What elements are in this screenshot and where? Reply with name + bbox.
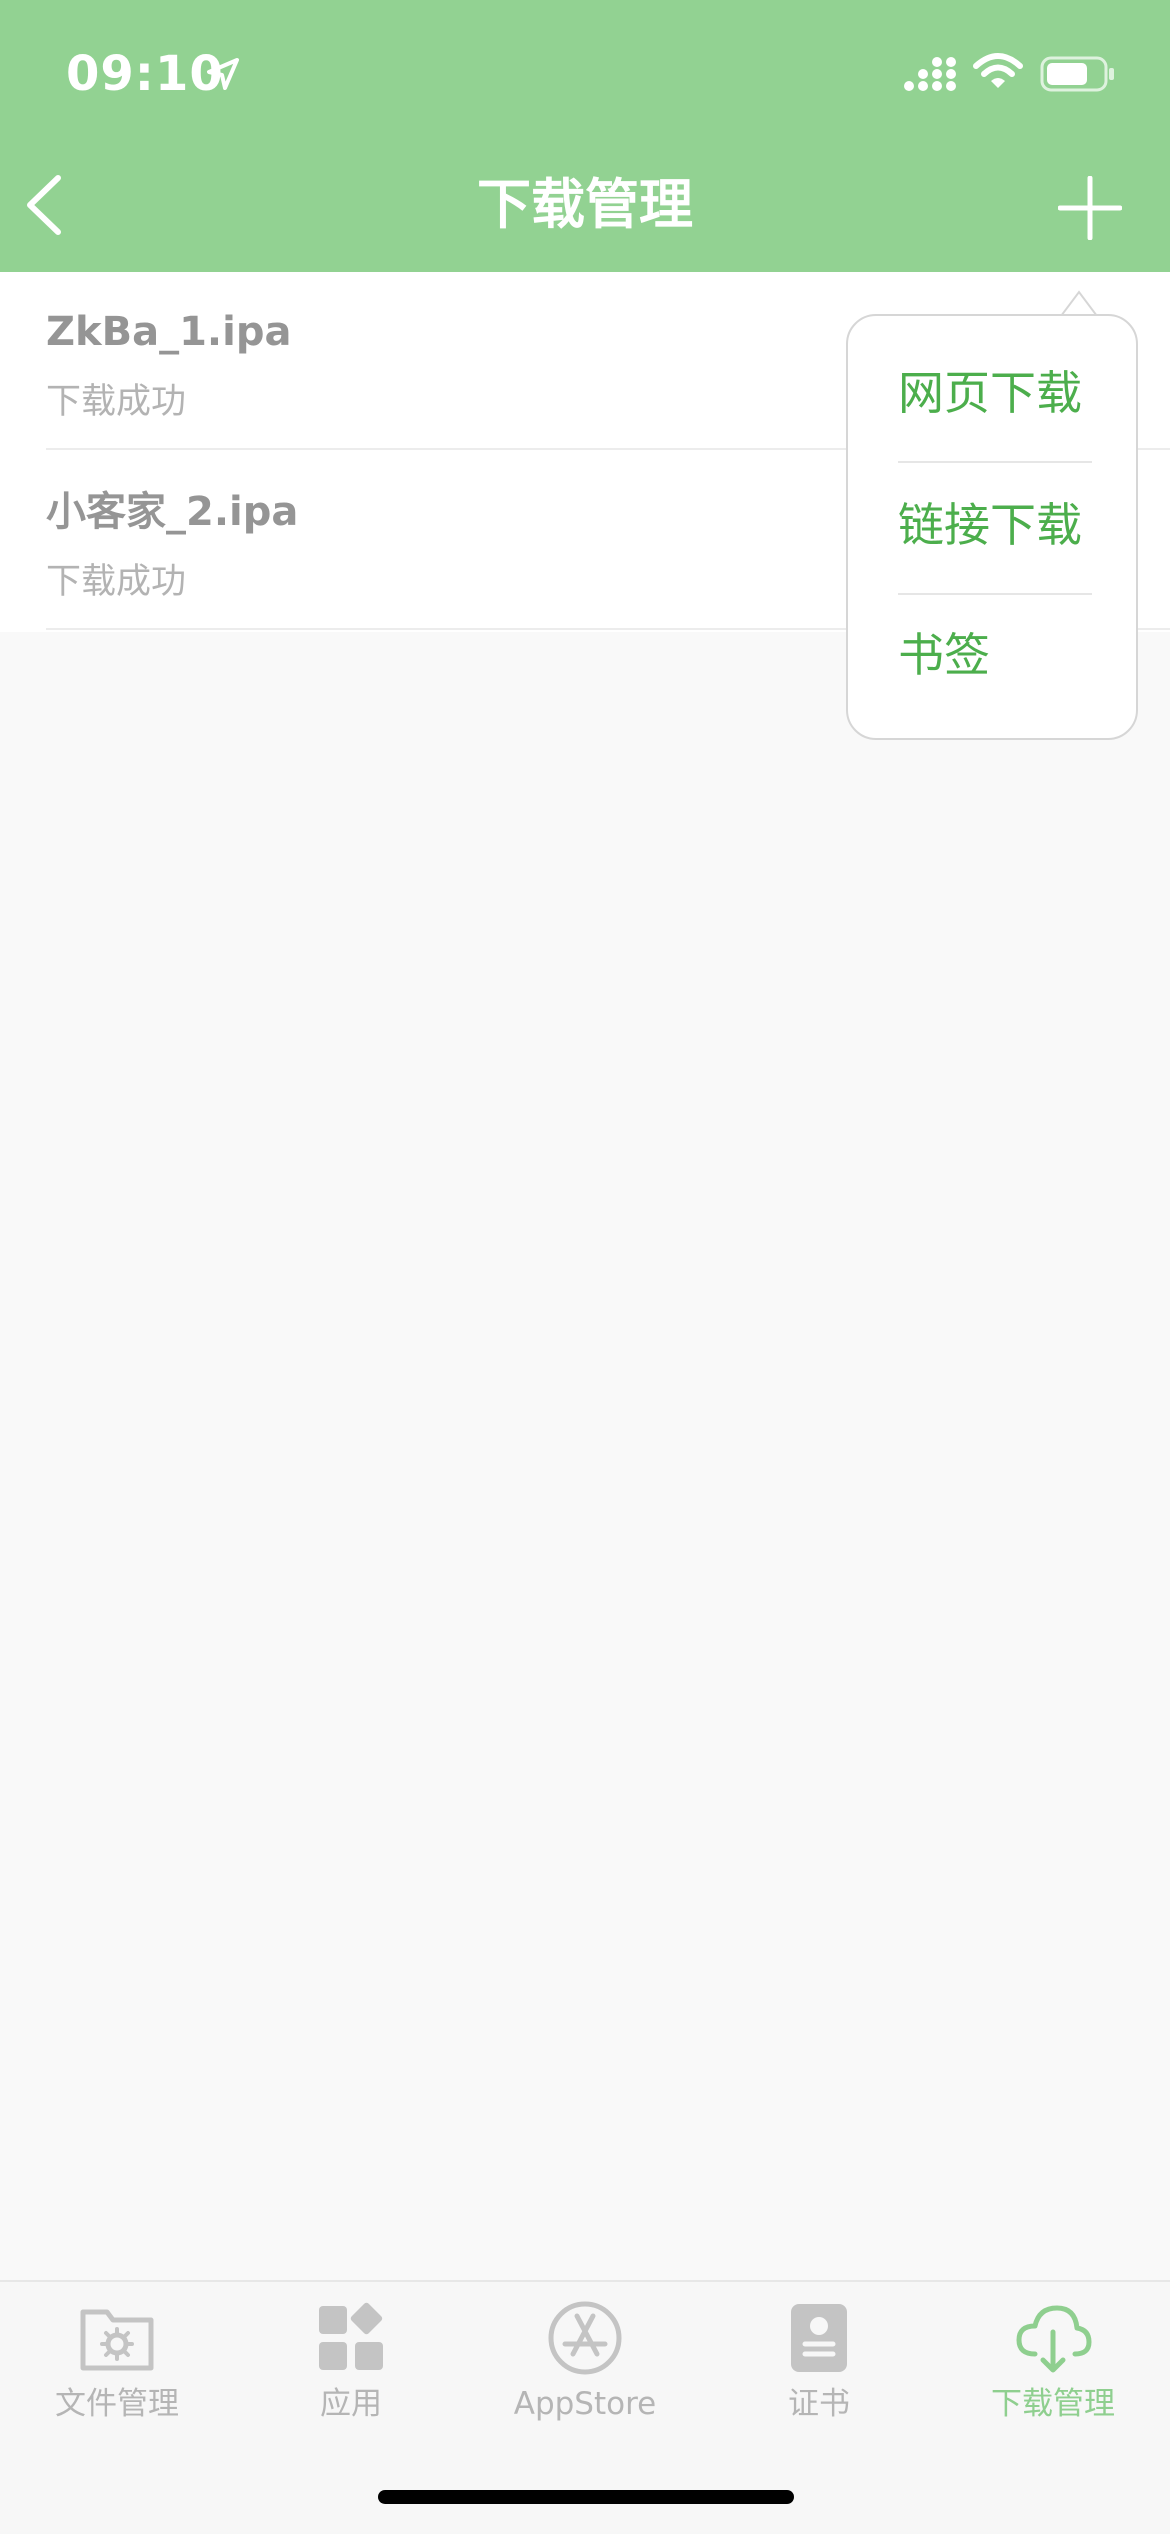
tab-certificate[interactable]: 证书 (702, 2282, 936, 2442)
tab-label: 证书 (788, 2386, 850, 2422)
menu-item-web-download[interactable]: 网页下载 (898, 328, 1090, 458)
header-bar: 09:10 下载管理 (0, 0, 1170, 272)
status-time: 09:10 (66, 46, 224, 102)
location-arrow-icon (207, 58, 239, 90)
cellular-signal-icon (904, 57, 956, 91)
download-file-name: ZkBa_1.ipa (46, 309, 292, 355)
tab-download-manager[interactable]: 下载管理 (936, 2282, 1170, 2442)
tab-appstore[interactable]: AppStore (468, 2282, 702, 2442)
appstore-icon (548, 2301, 622, 2375)
tab-apps[interactable]: 应用 (234, 2282, 468, 2442)
add-menu-popover: 网页下载 链接下载 书签 (846, 314, 1138, 740)
download-status: 下载成功 (46, 382, 187, 422)
tab-label: 文件管理 (55, 2386, 179, 2422)
wifi-icon (973, 53, 1023, 88)
download-status: 下载成功 (46, 562, 187, 602)
popover-arrow (1061, 290, 1097, 316)
download-file-name: 小客家_2.ipa (46, 489, 299, 535)
apps-grid-icon (319, 2302, 383, 2370)
tab-label: AppStore (513, 2386, 657, 2422)
home-indicator[interactable] (378, 2490, 794, 2504)
certificate-icon (791, 2304, 847, 2372)
tab-label: 下载管理 (991, 2386, 1115, 2422)
page-title: 下载管理 (477, 173, 693, 236)
tab-label: 应用 (320, 2386, 382, 2422)
plus-icon[interactable] (1058, 176, 1122, 240)
menu-item-bookmarks[interactable]: 书签 (898, 590, 1090, 720)
folder-gear-icon (80, 2309, 154, 2371)
menu-item-link-download[interactable]: 链接下载 (898, 460, 1090, 590)
tab-file-manager[interactable]: 文件管理 (0, 2282, 234, 2442)
cloud-download-icon (1016, 2305, 1092, 2373)
battery-icon (1040, 56, 1114, 92)
